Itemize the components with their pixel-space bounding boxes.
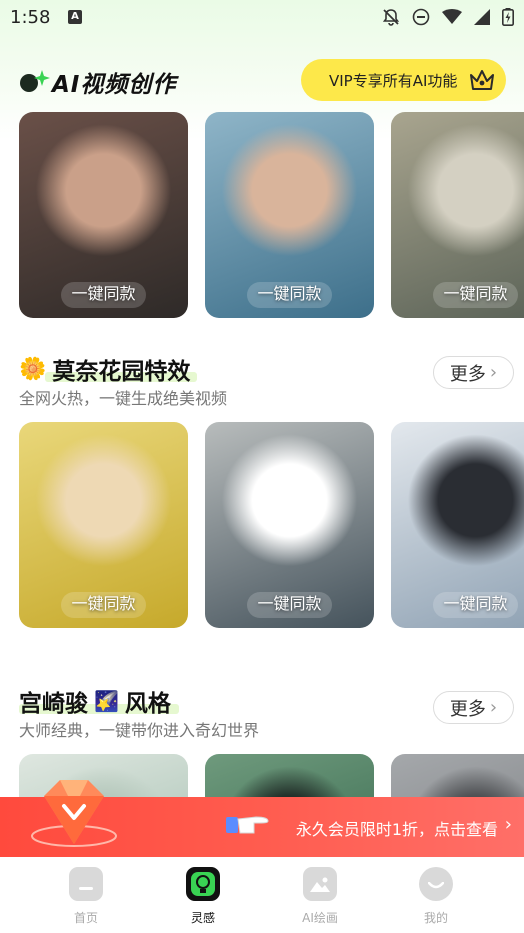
nav-item-home[interactable]: 首页: [46, 867, 126, 926]
picture-icon: [303, 867, 337, 901]
section-title-text: 宫崎骏: [19, 691, 88, 717]
section-title-miyazaki: 宫崎骏 🌠 风格: [19, 684, 171, 718]
section-title-text: 莫奈花园特效: [52, 359, 191, 385]
bell-off-icon: [382, 9, 400, 26]
nav-label: 首页: [73, 911, 98, 925]
chevron-right-icon: ›: [504, 814, 512, 835]
dnd-icon: [412, 8, 430, 26]
template-card[interactable]: 一键同款: [391, 422, 524, 628]
flower-icon: 🌼: [19, 356, 47, 382]
nav-item-inspiration[interactable]: 灵感: [163, 867, 243, 926]
card-label: 一键同款: [443, 594, 508, 613]
card-label: 一键同款: [71, 594, 136, 613]
more-label: 更多: [449, 698, 486, 720]
card-row-2: 一键同款 一键同款 一键同款: [19, 422, 524, 628]
crown-icon: [470, 70, 494, 90]
wifi-icon: [442, 9, 462, 24]
section-title-monet: 🌼 莫奈花园特效: [19, 352, 190, 386]
card-row-1: 一键同款 一键同款 一键同款: [19, 112, 524, 318]
template-card[interactable]: [391, 754, 524, 798]
logo-icon: [20, 70, 50, 92]
nav-label: 我的: [423, 911, 448, 925]
app-title: AI视频创作: [52, 72, 177, 98]
diamond-icon: [31, 780, 117, 847]
bottom-nav: 首页 灵感 AI绘画 我的: [0, 857, 524, 933]
nav-item-profile[interactable]: 我的: [396, 867, 476, 926]
nav-label: 灵感: [190, 911, 215, 925]
card-label: 一键同款: [71, 284, 136, 303]
card-label: 一键同款: [257, 284, 322, 303]
section-subtitle: 全网火热，一键生成绝美视频: [19, 389, 228, 408]
vip-button[interactable]: VIP专享所有AI功能: [301, 59, 506, 101]
section-subtitle: 大师经典，一键带你进入奇幻世界: [19, 721, 260, 740]
chevron-right-icon: ›: [489, 697, 498, 718]
section-title-text: 风格: [124, 691, 171, 717]
nav-label: AI绘画: [302, 911, 338, 925]
template-card[interactable]: [205, 754, 374, 798]
status-icons: [382, 8, 514, 26]
more-button[interactable]: 更多 ›: [433, 356, 514, 389]
template-card[interactable]: 一键同款: [391, 112, 524, 318]
template-card[interactable]: 一键同款: [19, 112, 188, 318]
lightbulb-icon: [186, 867, 220, 901]
status-bar: 1:58 A: [0, 0, 524, 36]
notification-icon: A: [68, 10, 82, 24]
pointing-hand-icon: [226, 816, 269, 834]
home-icon: [69, 867, 103, 901]
profile-icon: [419, 867, 453, 901]
nav-item-ai-drawing[interactable]: AI绘画: [280, 867, 360, 926]
template-card[interactable]: 一键同款: [205, 112, 374, 318]
template-card[interactable]: 一键同款: [205, 422, 374, 628]
signal-icon: [474, 9, 490, 25]
promo-text: 永久会员限时1折，点击查看: [295, 820, 498, 839]
card-label: 一键同款: [257, 594, 322, 613]
more-label: 更多: [449, 363, 486, 385]
chevron-right-icon: ›: [489, 362, 498, 383]
more-button[interactable]: 更多 ›: [433, 691, 514, 724]
header: AI视频创作 VIP专享所有AI功能: [0, 56, 524, 102]
card-label: 一键同款: [443, 284, 508, 303]
shooting-star-icon: 🌠: [94, 689, 119, 713]
status-time: 1:58: [10, 7, 51, 28]
battery-icon: [502, 8, 514, 26]
template-card[interactable]: 一键同款: [19, 422, 188, 628]
vip-label: VIP专享所有AI功能: [329, 71, 458, 90]
